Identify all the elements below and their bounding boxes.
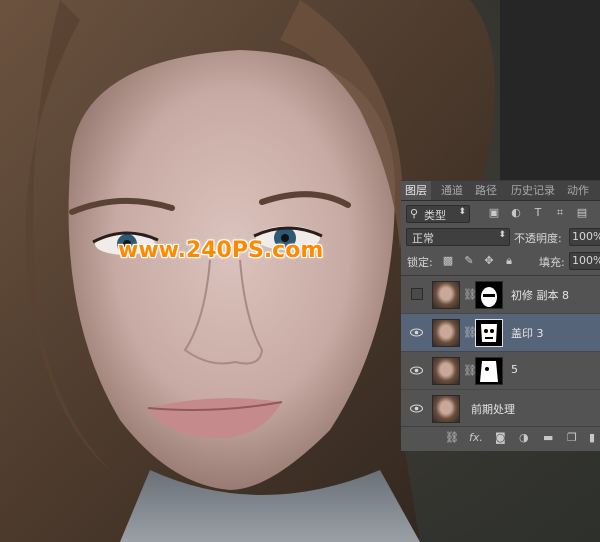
layer-thumbnail	[432, 357, 460, 385]
layer-mask-thumbnail[interactable]	[475, 319, 503, 347]
tab-channels[interactable]: 通道	[441, 181, 463, 200]
tab-paths[interactable]: 路径	[475, 181, 497, 200]
adjustment-filter-icon[interactable]: ◐	[509, 206, 523, 220]
search-icon: ⚲	[410, 207, 419, 220]
layers-panel: 图层 通道 路径 历史记录 动作 ⚲ 类型 ⬍ ▣ ◐ T ⌗ ▤ 正常 ⬍ 不…	[401, 180, 600, 451]
chevron-updown-icon: ⬍	[498, 230, 506, 240]
lock-transparent-icon[interactable]: ▩	[442, 254, 454, 268]
image-filter-icon[interactable]: ▣	[487, 206, 501, 220]
lock-position-icon[interactable]: ✥	[483, 254, 495, 268]
lock-label: 锁定:	[407, 256, 433, 269]
layer-mask-thumbnail[interactable]	[475, 281, 503, 309]
layer-row-selected[interactable]: ⛓︎ 盖印 3	[401, 314, 600, 352]
opacity-label: 不透明度:	[514, 232, 562, 245]
lock-pixels-icon[interactable]: ✎	[463, 254, 475, 268]
type-filter-icon[interactable]: T	[531, 206, 545, 220]
new-layer-icon[interactable]: ❐	[567, 431, 577, 444]
panel-tabs: 图层 通道 路径 历史记录 动作	[401, 181, 600, 201]
fill-label: 填充:	[539, 256, 565, 269]
layer-name[interactable]: 初修 副本 8	[511, 287, 569, 303]
layer-row[interactable]: ⛓︎ 5	[401, 352, 600, 390]
visibility-toggle-off[interactable]	[411, 288, 423, 300]
shape-filter-icon[interactable]: ⌗	[553, 206, 567, 220]
lock-all-icon[interactable]: 🔒︎	[503, 254, 515, 268]
tab-layers[interactable]: 图层	[401, 181, 431, 200]
adjustment-icon[interactable]: ◑	[519, 431, 529, 444]
mask-icon[interactable]: ◙	[495, 431, 506, 444]
opacity-input[interactable]: 100%	[569, 228, 600, 246]
fill-value: 100%	[572, 254, 600, 267]
mask-shape	[481, 324, 497, 342]
fill-input[interactable]: 100%	[569, 252, 600, 270]
layer-thumbnail	[432, 395, 460, 423]
tab-actions[interactable]: 动作	[567, 181, 589, 200]
layer-thumbnail	[432, 319, 460, 347]
chevron-updown-icon: ⬍	[458, 207, 466, 217]
folder-icon[interactable]: ▬	[543, 431, 553, 444]
layer-name[interactable]: 5	[511, 363, 518, 376]
layer-thumbnail	[432, 281, 460, 309]
layer-row[interactable]: ⛓︎ 初修 副本 8	[401, 276, 600, 314]
link-icon[interactable]: ⛓︎	[445, 431, 459, 444]
trash-icon[interactable]: ▮	[589, 431, 595, 444]
fx-icon[interactable]: fx.	[469, 431, 483, 444]
layer-name[interactable]: 盖印 3	[511, 325, 544, 341]
layer-mask-thumbnail[interactable]	[475, 357, 503, 385]
layers-bottom-toolbar: ⛓︎ fx. ◙ ◑ ▬ ❐ ▮	[401, 426, 600, 451]
layer-row[interactable]: 前期处理	[401, 390, 600, 428]
eye-icon[interactable]	[410, 326, 423, 339]
opacity-value: 100%	[572, 230, 600, 243]
tab-history[interactable]: 历史记录	[511, 181, 555, 200]
smart-object-filter-icon[interactable]: ▤	[575, 206, 589, 220]
layer-name[interactable]: 前期处理	[471, 401, 515, 417]
mask-shape	[481, 287, 497, 307]
mask-shape	[480, 361, 498, 382]
watermark-text: www.240PS.com	[118, 238, 324, 263]
layer-filter-select[interactable]: ⚲ 类型 ⬍	[406, 205, 470, 223]
eye-icon[interactable]	[410, 402, 423, 415]
filter-type-label: 类型	[424, 209, 446, 222]
blend-mode-value: 正常	[412, 232, 434, 245]
eye-icon[interactable]	[410, 364, 423, 377]
layers-list: ⛓︎ 初修 副本 8 ⛓︎ 盖印 3 ⛓︎ 5 前期处理	[401, 275, 600, 434]
blend-mode-select[interactable]: 正常 ⬍	[406, 228, 510, 246]
